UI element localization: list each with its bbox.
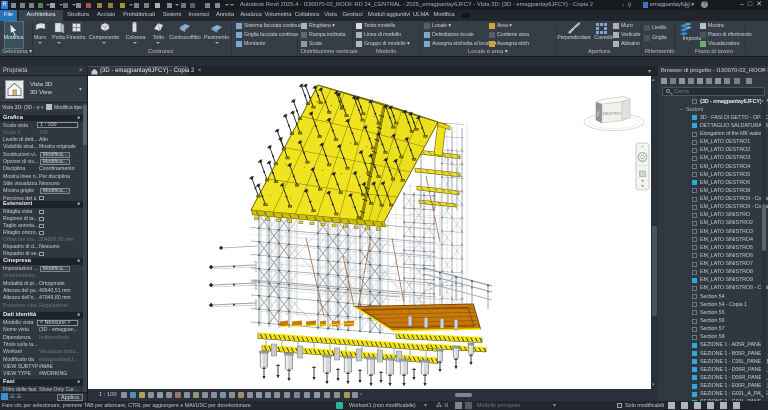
- svg-text:DESTRA: DESTRA: [603, 111, 623, 116]
